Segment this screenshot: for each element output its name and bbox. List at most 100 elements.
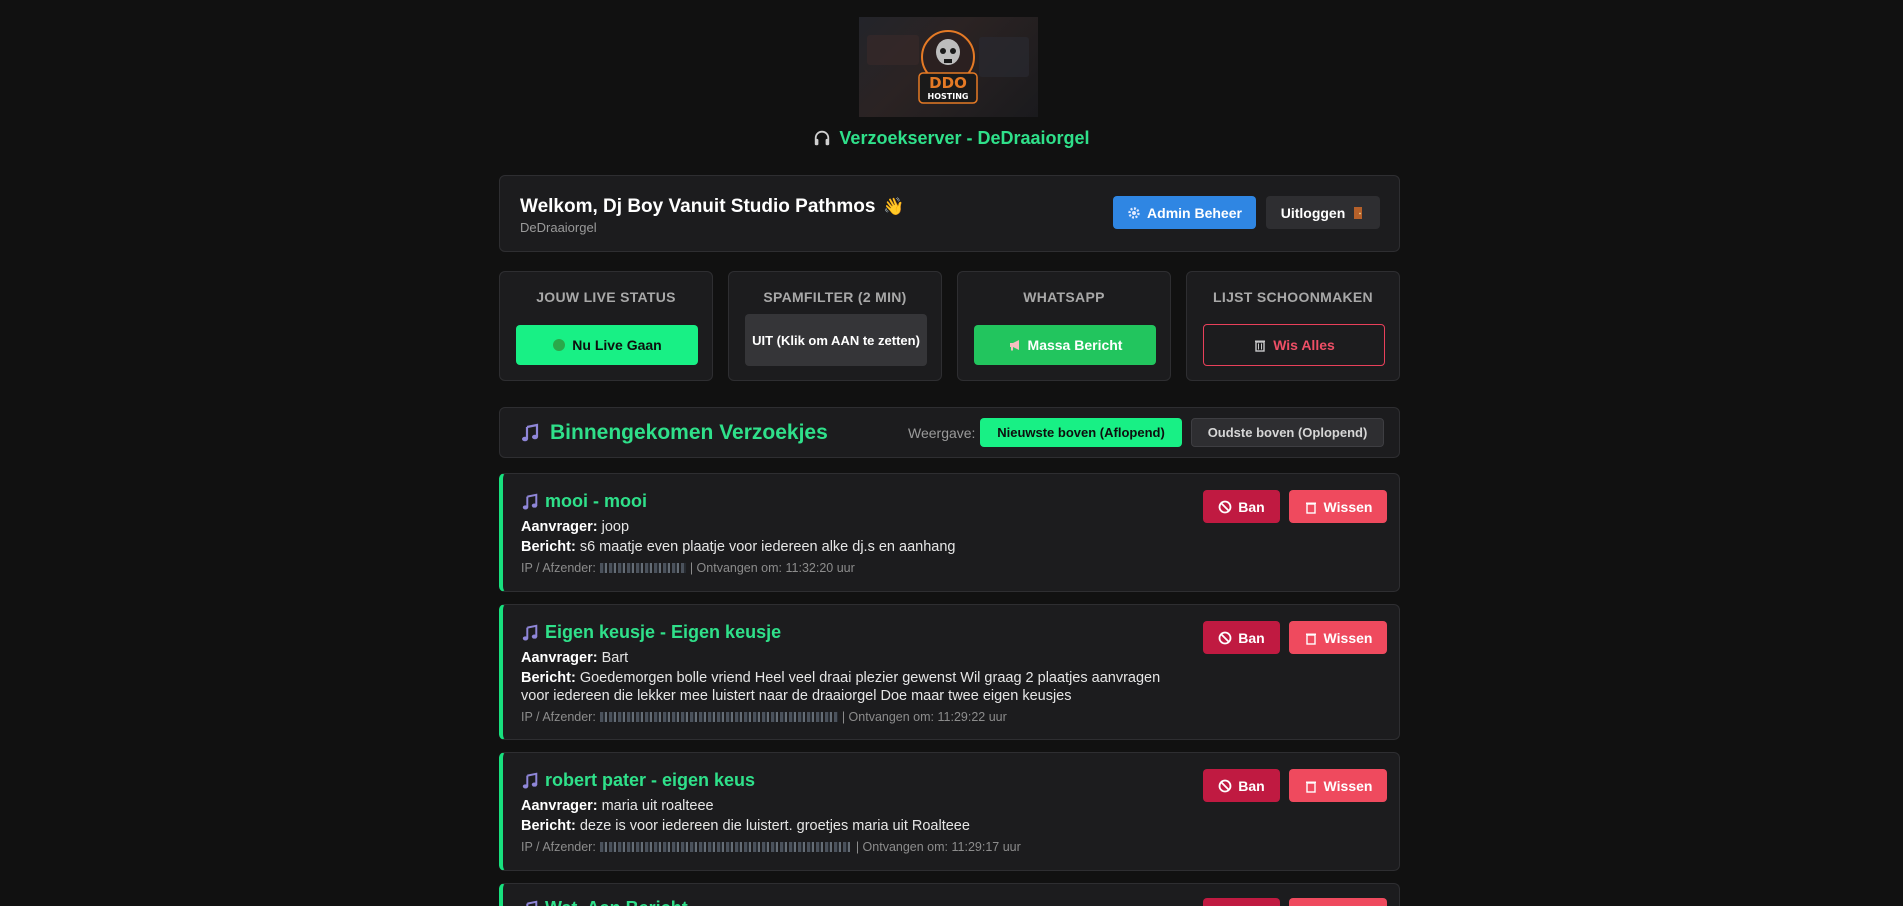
logout-label: Uitloggen [1280,204,1346,221]
ban-button[interactable]: Ban [1203,621,1280,654]
request-title: mooi - mooi [521,491,647,512]
whatsapp-title: WHATSAPP [1023,289,1105,305]
ip-label: IP / Afzender: [521,710,596,724]
spamfilter-title: SPAMFILTER (2 MIN) [763,289,907,305]
ban-label: Ban [1238,629,1265,646]
megaphone-icon [1009,340,1019,351]
request-message: Bericht: s6 maatje even plaatje voor ied… [521,538,1181,556]
message-value: deze is voor iedereen die luistert. groe… [579,818,970,834]
ip-label: IP / Afzender: [521,561,596,575]
sort-newest-button[interactable]: Nieuwste boven (Aflopend) [980,418,1182,447]
welcome-heading: Welkom, Dj Boy Vanuit Studio Pathmos 👋 [520,196,905,218]
ban-button[interactable]: Ban [1203,490,1280,523]
no-entry-icon [1218,500,1232,513]
request-message: Bericht: Goedemorgen bolle vriend Heel v… [521,669,1181,705]
page-title-text: Verzoekserver - DeDraaiorgel [839,128,1090,148]
admin-beheer-button[interactable]: Admin Beheer [1113,196,1256,229]
request-requester: Aanvrager: Bart [521,649,628,667]
message-value: s6 maatje even plaatje voor iedereen alk… [579,539,956,555]
page-title: Verzoekserver - DeDraaiorgel [0,128,1903,149]
requester-value: joop [601,519,630,535]
request-message: Bericht: deze is voor iedereen die luist… [521,817,1181,835]
spamfilter-toggle-label: UIT (Klik om AAN te zetten) [752,332,920,348]
ban-button[interactable] [1203,898,1280,906]
ban-label: Ban [1238,777,1265,794]
wissen-button[interactable]: Wissen [1289,490,1387,523]
whatsapp-panel: WHATSAPP Massa Bericht [957,271,1171,381]
spamfilter-toggle-button[interactable]: UIT (Klik om AAN te zetten) [745,314,927,366]
redacted-ip [599,563,686,573]
request-requester: Aanvrager: maria uit roalteee [521,797,714,815]
live-status-title: JOUW LIVE STATUS [536,289,676,305]
gear-icon [1128,206,1140,219]
ddo-hosting-logo: DDO HOSTING [859,17,1038,117]
received-label: | Ontvangen om: [841,710,935,724]
logo-text: DDO [929,74,967,92]
received-time: 11:29:17 uur [951,840,1021,854]
music-note-icon [526,900,538,906]
trash-icon [1305,633,1316,645]
request-title: robert pater - eigen keus [521,770,755,791]
wissen-button[interactable]: Wissen [1289,769,1387,802]
green-circle-icon [553,339,566,351]
massa-bericht-button[interactable]: Massa Bericht [974,325,1156,365]
requester-value: Bart [601,650,629,666]
trash-icon [1255,340,1266,352]
redacted-ip [599,842,852,852]
requester-label: Aanvrager: [521,798,598,814]
welcome-subtitle: DeDraaiorgel [520,220,597,235]
requests-title: Binnengekomen Verzoekjes [520,421,828,445]
headphones-icon [815,130,830,146]
received-label: | Ontvangen om: [855,840,949,854]
music-note-icon [522,423,539,442]
admin-beheer-label: Admin Beheer [1147,204,1242,221]
request-title-text: mooi - mooi [545,491,647,511]
received-time: 11:29:22 uur [937,710,1007,724]
trash-icon [1305,781,1316,793]
music-note-icon [522,772,538,788]
request-meta: IP / Afzender: | Ontvangen om: 11:29:17 u… [521,840,1021,854]
request-requester: Aanvrager: joop [521,518,629,536]
wis-alles-button[interactable]: Wis Alles [1203,324,1385,366]
request-card: Wat. Aan Bericht [499,883,1400,906]
requester-label: Aanvrager: [521,650,598,666]
wissen-button[interactable]: Wissen [1289,621,1387,654]
ban-label: Ban [1238,498,1265,515]
page: DDO HOSTING Verzoekserver - DeDraaiorgel… [0,0,1903,906]
requests-header: Binnengekomen Verzoekjes Weergave: Nieuw… [499,407,1400,458]
requests-title-text: Binnengekomen Verzoekjes [550,421,828,444]
massa-bericht-label: Massa Bericht [1027,337,1123,353]
welcome-card: Welkom, Dj Boy Vanuit Studio Pathmos 👋 De… [499,175,1400,252]
wissen-label: Wissen [1323,498,1373,515]
wis-alles-label: Wis Alles [1273,337,1335,353]
trash-icon [1305,502,1316,514]
go-live-label: Nu Live Gaan [572,337,662,353]
wissen-button[interactable] [1289,898,1387,906]
message-label: Bericht: [521,539,576,555]
requester-label: Aanvrager: [521,519,598,535]
clear-list-panel: LIJST SCHOONMAKEN Wis Alles [1186,271,1400,381]
request-card: mooi - mooi Aanvrager: joop Bericht: s6 … [499,473,1400,592]
request-title-text: Wat. Aan Bericht [545,898,688,906]
wave-icon: 👋 [883,197,905,216]
redacted-ip [599,712,838,722]
ip-label: IP / Afzender: [521,840,596,854]
live-status-panel: JOUW LIVE STATUS Nu Live Gaan [499,271,713,381]
received-time: 11:32:20 uur [785,561,855,575]
sort-oldest-button[interactable]: Oudste boven (Oplopend) [1191,418,1384,447]
wissen-label: Wissen [1323,777,1373,794]
ban-button[interactable]: Ban [1203,769,1280,802]
request-title-text: robert pater - eigen keus [545,770,756,790]
received-label: | Ontvangen om: [689,561,783,575]
wissen-label: Wissen [1323,629,1373,646]
request-title: Eigen keusje - Eigen keusje [521,622,781,643]
view-label: Weergave: [908,425,976,441]
welcome-title: Welkom, Dj Boy Vanuit Studio Pathmos [520,196,876,217]
logout-button[interactable]: Uitloggen [1266,196,1380,229]
message-label: Bericht: [521,818,576,834]
request-title: Wat. Aan Bericht [521,898,688,906]
go-live-button[interactable]: Nu Live Gaan [516,325,698,365]
spamfilter-panel: SPAMFILTER (2 MIN) UIT (Klik om AAN te z… [728,271,942,381]
no-entry-icon [1218,779,1232,792]
clear-list-title: LIJST SCHOONMAKEN [1213,289,1373,305]
